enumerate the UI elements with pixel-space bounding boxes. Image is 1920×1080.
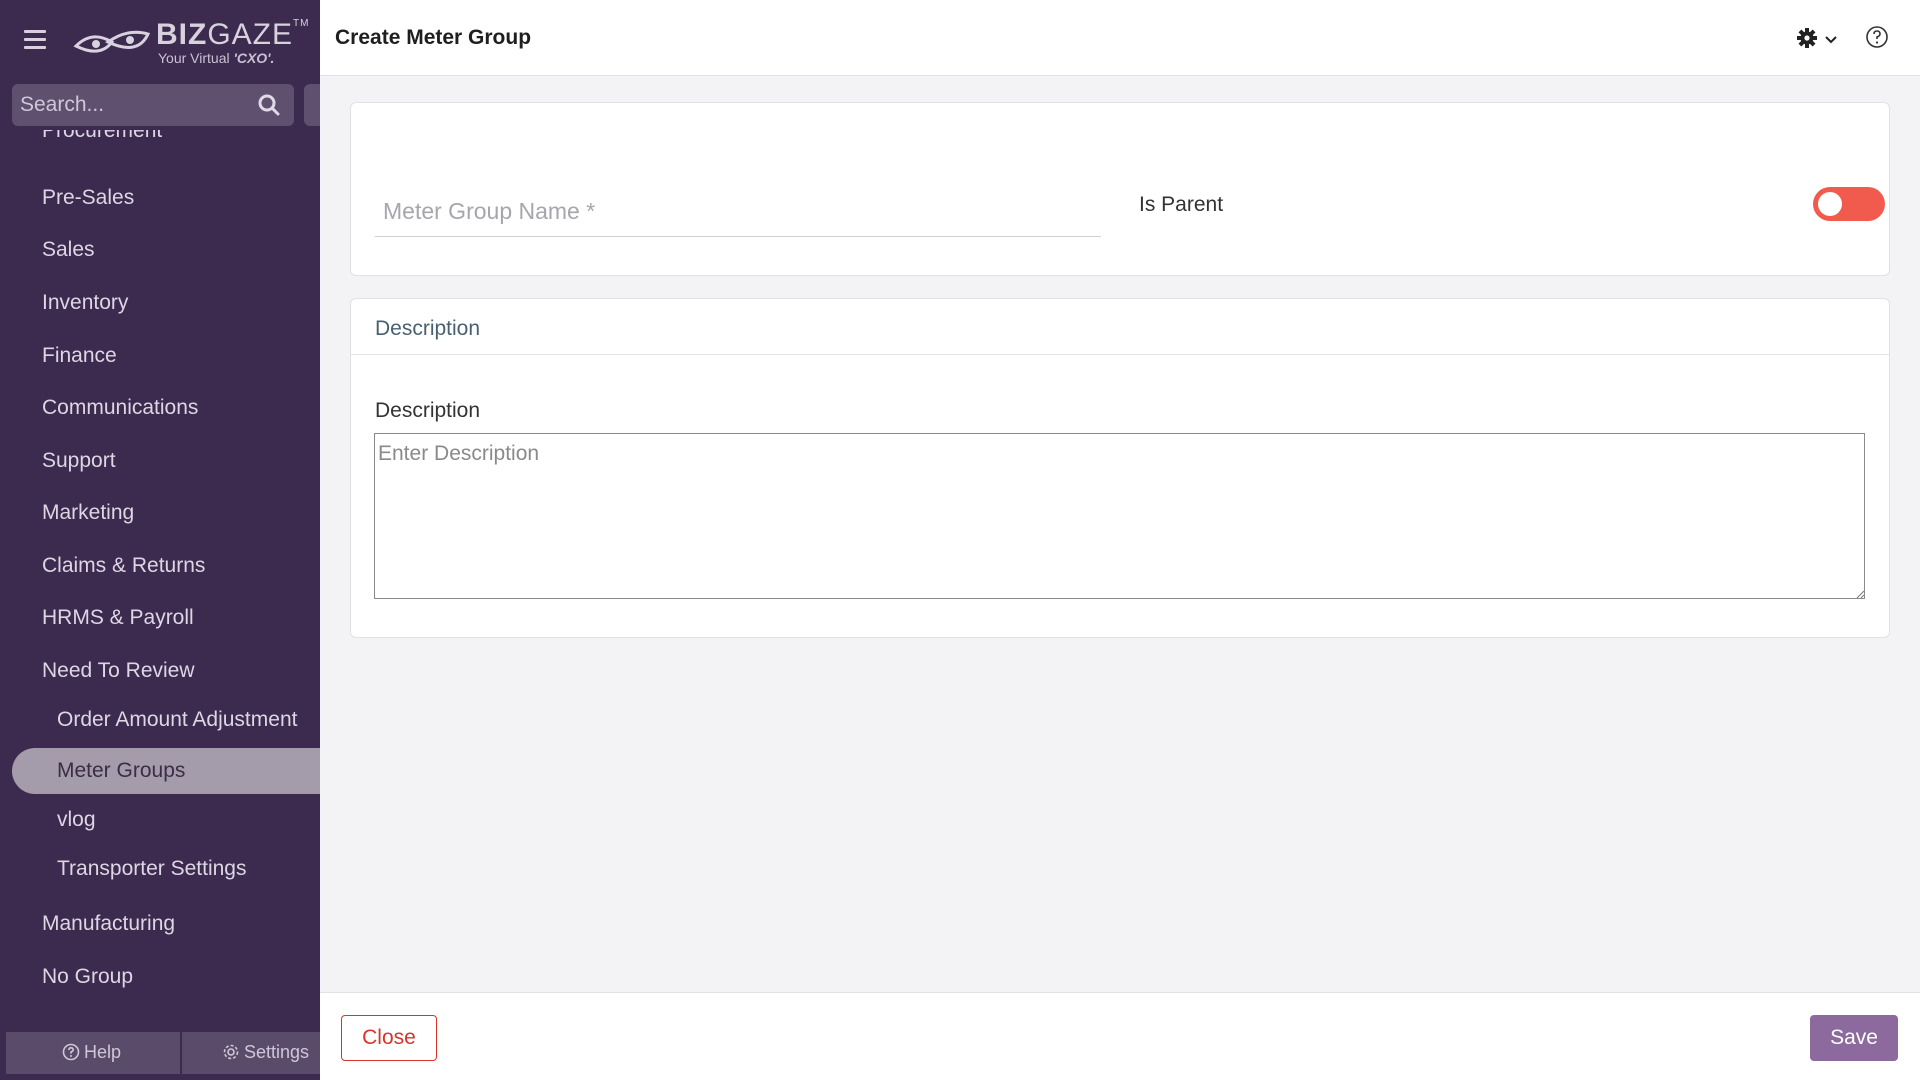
save-button[interactable]: Save: [1810, 1015, 1898, 1061]
page-title: Create Meter Group: [335, 26, 532, 49]
sidebar: BIZGAZETM Your Virtual 'CXO'. Procuremen…: [0, 0, 320, 1080]
description-section-title: Description: [375, 317, 481, 340]
sidebar-subitem-label: Meter Groups: [57, 759, 186, 782]
description-label: Description: [375, 399, 481, 422]
sidebar-item-need-to-review[interactable]: Need To Review: [42, 659, 195, 683]
sidebar-item-finance[interactable]: Finance: [42, 344, 117, 368]
sidebar-item-claims-returns[interactable]: Claims & Returns: [42, 554, 205, 578]
close-button[interactable]: Close: [341, 1015, 437, 1061]
main-content: Create Meter Group Meter Group Name * Is…: [320, 0, 1920, 1080]
sidebar-item-sales[interactable]: Sales: [42, 238, 95, 262]
toggle-knob: [1818, 192, 1842, 216]
gear-dropdown-icon[interactable]: [1796, 26, 1842, 50]
gear-outline-icon: [223, 1044, 239, 1060]
search-side-button[interactable]: [304, 84, 320, 126]
settings-button[interactable]: Settings: [222, 1042, 309, 1063]
is-parent-label: Is Parent: [1139, 193, 1224, 216]
sidebar-footer: Help Settings: [6, 1032, 320, 1074]
form-footer: Close Save: [320, 992, 1920, 1080]
sidebar-item-no-group[interactable]: No Group: [42, 965, 133, 989]
meter-group-name-input[interactable]: [375, 187, 1101, 237]
sidebar-header: BIZGAZETM Your Virtual 'CXO'.: [0, 0, 320, 76]
help-button[interactable]: Help: [62, 1042, 121, 1063]
sidebar-subitem-order-amount-adjustment[interactable]: Order Amount Adjustment: [57, 708, 297, 732]
sidebar-item-manufacturing[interactable]: Manufacturing: [42, 912, 175, 936]
sidebar-item-pre-sales[interactable]: Pre-Sales: [42, 186, 134, 210]
sidebar-subitem-meter-groups[interactable]: Meter Groups: [12, 748, 320, 794]
hamburger-menu-icon[interactable]: [24, 30, 46, 50]
sidebar-subitem-transporter-settings[interactable]: Transporter Settings: [57, 857, 246, 881]
help-question-icon[interactable]: [1864, 24, 1890, 50]
resize-grip-icon[interactable]: [1855, 589, 1865, 599]
sidebar-item-procurement[interactable]: Procurement: [42, 130, 162, 150]
owl-eyes-logo-icon: [73, 30, 151, 53]
bizgaze-logo[interactable]: BIZGAZETM Your Virtual 'CXO'.: [72, 16, 308, 66]
sidebar-item-inventory[interactable]: Inventory: [42, 291, 128, 315]
search-icon[interactable]: [256, 92, 282, 118]
sidebar-subitem-vlog[interactable]: vlog: [57, 808, 96, 832]
is-parent-toggle[interactable]: [1813, 187, 1885, 221]
sidebar-item-marketing[interactable]: Marketing: [42, 501, 134, 525]
description-card-header: Description: [351, 299, 1889, 355]
help-circle-icon: [62, 1043, 80, 1061]
sidebar-item-hrms-payroll[interactable]: HRMS & Payroll: [42, 606, 194, 630]
sidebar-item-support[interactable]: Support: [42, 449, 116, 473]
page-header: Create Meter Group: [320, 0, 1920, 76]
search-input[interactable]: [12, 84, 252, 126]
meter-group-form-card: Is Parent: [350, 102, 1890, 276]
sidebar-search: [12, 84, 294, 126]
logo-tagline: Your Virtual 'CXO'.: [158, 50, 275, 66]
sidebar-item-communications[interactable]: Communications: [42, 396, 198, 420]
description-textarea[interactable]: [374, 433, 1865, 599]
logo-wordmark: BIZGAZETM: [156, 18, 310, 51]
footer-divider: [180, 1032, 182, 1074]
description-card: Description Description: [350, 298, 1890, 638]
